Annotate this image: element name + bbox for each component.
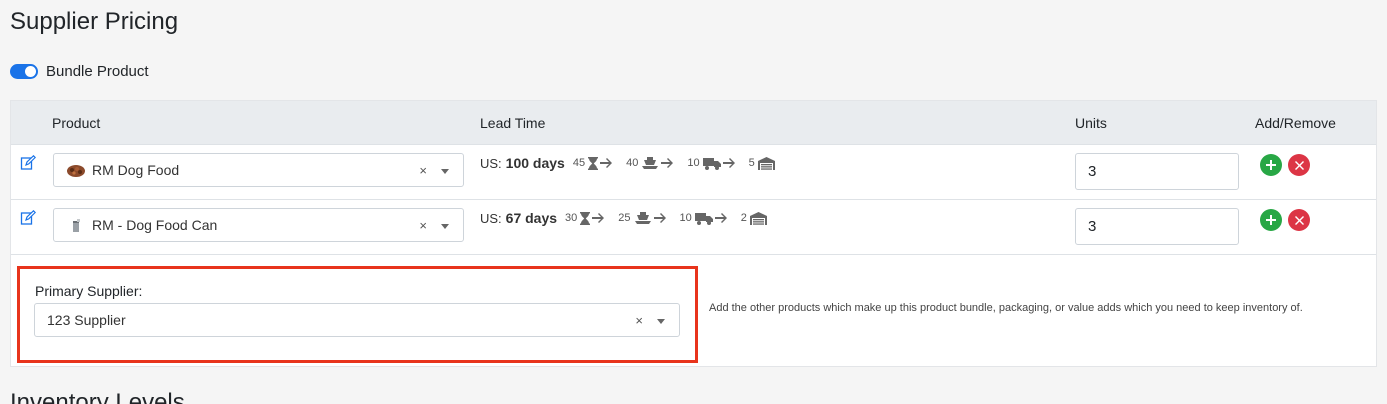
primary-supplier-select[interactable]: 123 Supplier × xyxy=(34,303,680,337)
lead-total: 67 days xyxy=(505,210,558,226)
header-units: Units xyxy=(1075,115,1107,131)
bundle-product-toggle[interactable] xyxy=(10,64,38,79)
lead-step-trucking: 10 xyxy=(687,157,700,169)
units-input[interactable]: 3 xyxy=(1075,153,1239,190)
truck-icon xyxy=(702,157,721,170)
lead-step-warehouse: 5 xyxy=(748,157,755,169)
warehouse-icon xyxy=(757,156,775,170)
chevron-down-icon[interactable] xyxy=(441,169,449,174)
warehouse-icon xyxy=(749,211,767,225)
arrow-right-icon xyxy=(722,158,735,168)
arrow-right-icon xyxy=(653,213,666,223)
primary-supplier-box: Primary Supplier: 123 Supplier × xyxy=(17,266,698,363)
bundle-help-text: Add the other products which make up thi… xyxy=(709,302,1303,314)
plus-icon xyxy=(1266,215,1276,225)
lead-step-production: 45 xyxy=(572,157,586,169)
lead-step-production: 30 xyxy=(565,212,578,224)
product-thumbnail-icon xyxy=(67,165,85,177)
chevron-down-icon[interactable] xyxy=(441,224,449,229)
plus-icon xyxy=(1266,160,1276,170)
arrow-right-icon xyxy=(714,213,727,223)
product-select[interactable]: RM Dog Food × xyxy=(53,153,464,187)
edit-icon[interactable] xyxy=(20,155,36,171)
add-row-button[interactable] xyxy=(1260,154,1282,176)
remove-row-button[interactable] xyxy=(1288,209,1310,231)
remove-row-button[interactable] xyxy=(1288,154,1310,176)
primary-supplier-value: 123 Supplier xyxy=(47,312,126,328)
lead-time: US: 67 days 30 25 10 2 xyxy=(480,210,767,226)
lead-step-trucking: 10 xyxy=(679,212,692,224)
arrow-right-icon xyxy=(661,158,674,168)
edit-icon[interactable] xyxy=(20,210,36,226)
clear-icon[interactable]: × xyxy=(419,163,427,178)
bundle-product-toggle-row[interactable]: Bundle Product xyxy=(10,63,149,80)
hourglass-icon xyxy=(588,156,599,170)
table-row: RM - Dog Food Can × US: 67 days 30 25 10… xyxy=(11,200,1376,255)
add-row-button[interactable] xyxy=(1260,209,1282,231)
ship-icon xyxy=(634,211,651,224)
clear-icon[interactable]: × xyxy=(635,313,643,328)
truck-icon xyxy=(694,212,713,225)
arrow-right-icon xyxy=(592,213,605,223)
lead-region: US: xyxy=(480,210,502,226)
units-input[interactable]: 3 xyxy=(1075,208,1239,245)
table-row: RM Dog Food × US: 100 days 45 40 10 5 3 xyxy=(11,145,1376,200)
primary-supplier-label: Primary Supplier: xyxy=(35,283,143,299)
hourglass-icon xyxy=(580,211,591,225)
lead-step-warehouse: 2 xyxy=(740,212,747,224)
product-thumbnail-icon xyxy=(73,219,80,232)
lead-time: US: 100 days 45 40 10 5 xyxy=(480,155,775,171)
bundle-product-label: Bundle Product xyxy=(46,63,149,80)
header-lead-time: Lead Time xyxy=(480,115,546,131)
product-select-value: RM Dog Food xyxy=(92,162,180,178)
close-icon xyxy=(1294,215,1304,225)
close-icon xyxy=(1294,160,1304,170)
chevron-down-icon[interactable] xyxy=(657,319,665,324)
header-add-remove: Add/Remove xyxy=(1255,115,1336,131)
lead-region: US: xyxy=(480,155,502,171)
ship-icon xyxy=(642,156,659,169)
product-select[interactable]: RM - Dog Food Can × xyxy=(53,208,464,242)
header-product: Product xyxy=(52,115,101,131)
lead-total: 100 days xyxy=(505,155,565,171)
clear-icon[interactable]: × xyxy=(419,218,427,233)
arrow-right-icon xyxy=(600,158,613,168)
product-select-value: RM - Dog Food Can xyxy=(92,217,218,233)
lead-step-shipping: 40 xyxy=(626,157,639,169)
bundle-card: Product Lead Time Units Add/Remove RM Do… xyxy=(10,100,1377,367)
table-header: Product Lead Time Units Add/Remove xyxy=(11,101,1376,145)
page-title: Supplier Pricing xyxy=(10,8,179,35)
section-title-inventory-levels: Inventory Levels xyxy=(10,389,185,404)
lead-step-shipping: 25 xyxy=(618,212,631,224)
